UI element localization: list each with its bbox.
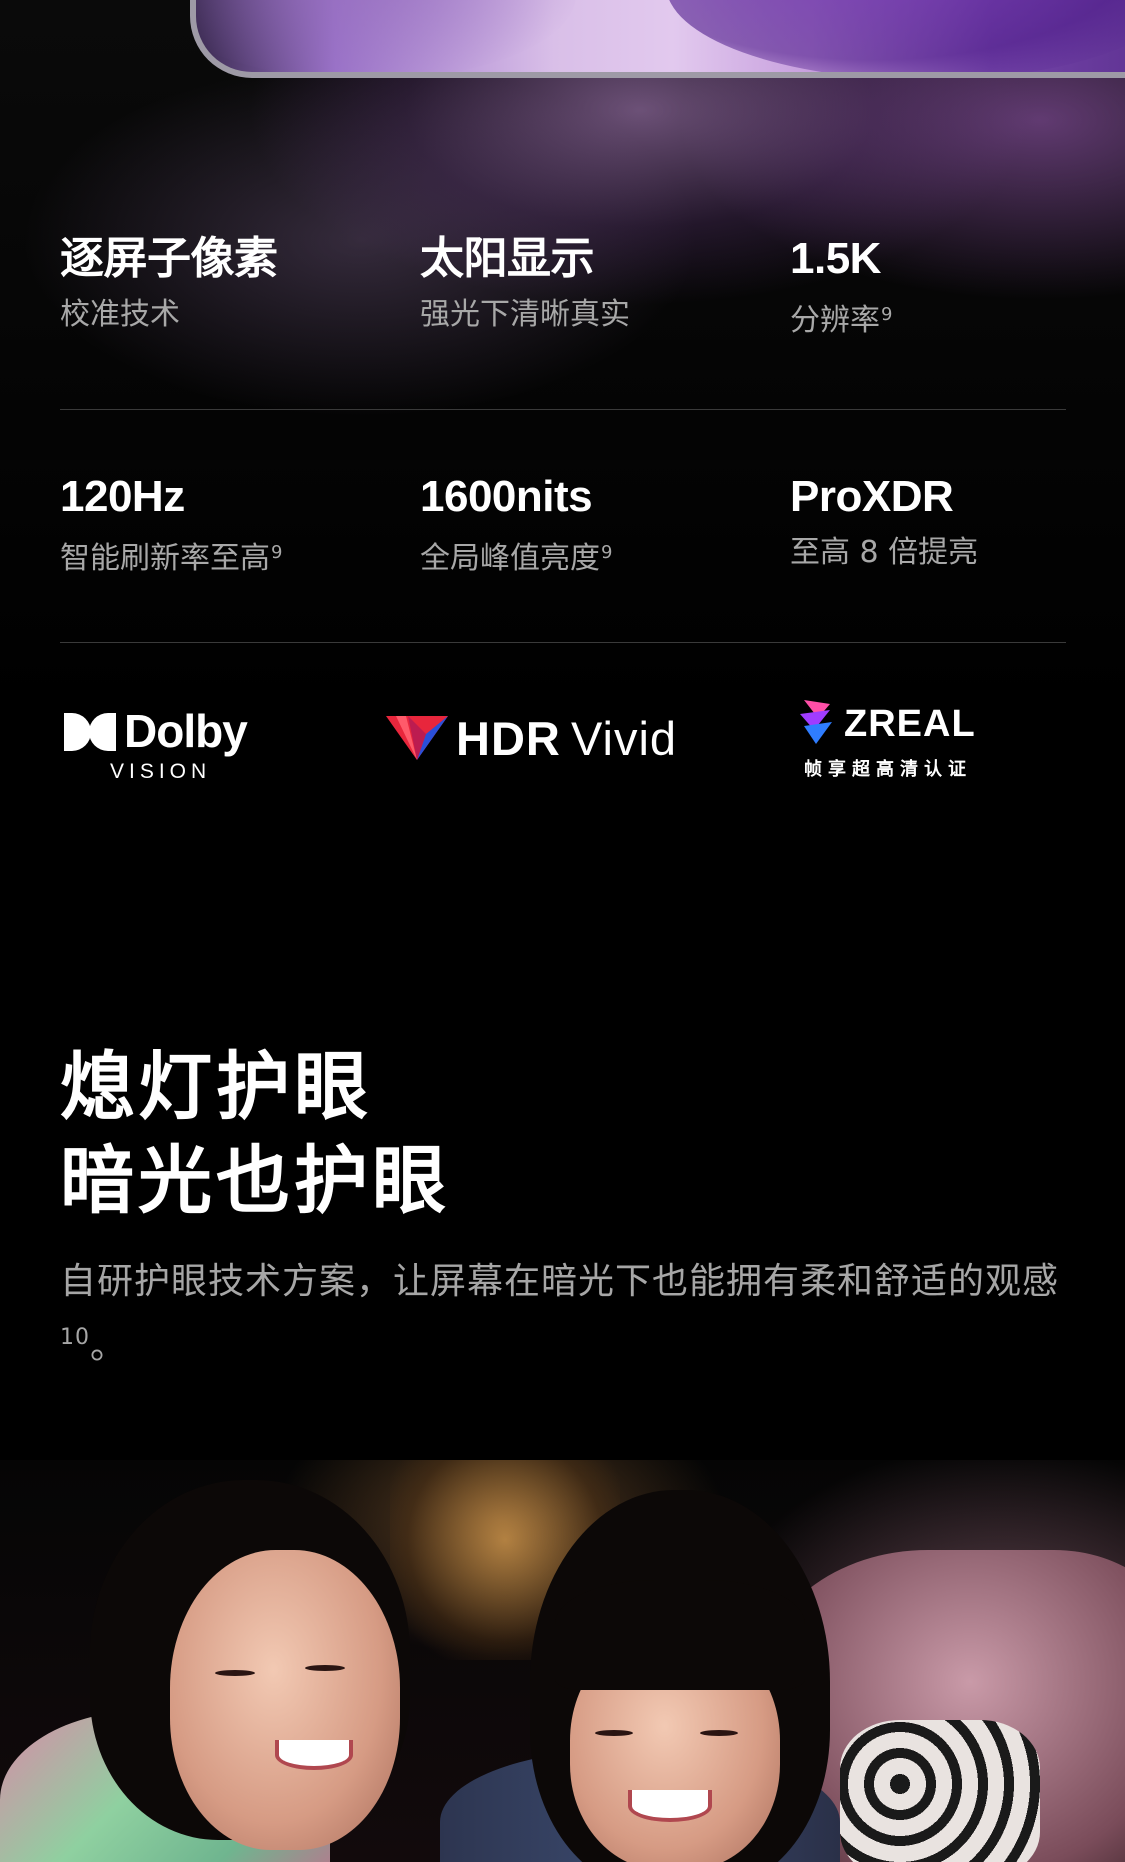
spec-item: 120Hz 智能刷新率至高9	[60, 470, 380, 580]
spec-title: 120Hz	[60, 472, 185, 521]
footnote-marker: 9	[601, 542, 613, 563]
spec-title: ProXDR	[790, 472, 954, 521]
section-description: 自研护眼技术方案，让屏幕在暗光下也能拥有柔和舒适的观感 10。	[60, 1254, 1080, 1375]
photo-person-2-bangs	[555, 1580, 805, 1690]
spec-subtitle-text: 智能刷新率至高	[60, 541, 270, 576]
photo-eye	[700, 1730, 738, 1736]
photo-eye	[595, 1730, 633, 1736]
dolby-wordmark: Dolby	[124, 705, 248, 757]
divider	[60, 642, 1066, 643]
photo-smile	[628, 1790, 712, 1822]
dolby-double-d-icon	[64, 713, 116, 751]
spec-subtitle-text: 分辨率	[790, 303, 880, 338]
spec-item: ProXDR 至高 8 倍提亮	[790, 470, 1110, 574]
spec-title: 1.5K	[790, 234, 881, 283]
section-headline: 熄灯护眼 暗光也护眼	[60, 1040, 450, 1228]
page-stage: 逐屏子像素 校准技术 太阳显示 强光下清晰真实 1.5K 分辨率9 120Hz …	[0, 0, 1125, 1862]
spec-title: 逐屏子像素	[60, 234, 278, 283]
photo-eye	[305, 1665, 345, 1671]
spec-subtitle: 分辨率9	[790, 294, 1110, 342]
spec-subtitle-text: 至高 8 倍提亮	[790, 535, 979, 570]
dolby-vision-logo: Dolby VISION	[64, 706, 304, 786]
footnote-marker: 9	[881, 304, 893, 325]
spec-subtitle: 校准技术	[60, 294, 380, 336]
photo-pillow	[840, 1720, 1040, 1862]
spec-subtitle: 全局峰值亮度9	[420, 532, 740, 580]
photo-smile	[275, 1740, 353, 1770]
footnote-marker: 9	[271, 542, 283, 563]
divider	[60, 409, 1066, 410]
vivid-wordmark: Vivid	[571, 712, 678, 765]
photo-person-1-face	[170, 1550, 400, 1850]
zreal-logo: ZREAL 帧享超高清认证	[796, 700, 1016, 790]
zreal-prism-icon	[800, 700, 832, 744]
spec-title: 太阳显示	[420, 234, 595, 283]
spec-item: 逐屏子像素 校准技术	[60, 232, 380, 336]
spec-item: 1600nits 全局峰值亮度9	[420, 470, 740, 580]
headline-line-1: 熄灯护眼	[60, 1044, 372, 1130]
spec-subtitle-text: 校准技术	[60, 297, 180, 332]
phone-wallpaper-shape	[666, 0, 1125, 72]
description-text: 自研护眼技术方案，让屏幕在暗光下也能拥有柔和舒适的观感	[60, 1261, 1060, 1302]
dolby-vision-text: VISION	[110, 760, 212, 783]
zreal-subtext: 帧享超高清认证	[804, 759, 972, 780]
description-end: 。	[90, 1326, 128, 1367]
spec-subtitle: 智能刷新率至高9	[60, 532, 380, 580]
photo-eye	[215, 1670, 255, 1676]
zreal-wordmark: ZREAL	[844, 703, 976, 745]
spec-subtitle-text: 强光下清晰真实	[420, 297, 630, 332]
phone-wallpaper-shape	[196, 0, 576, 72]
lifestyle-photo	[0, 1460, 1125, 1862]
spec-item: 1.5K 分辨率9	[790, 232, 1110, 342]
hdr-vivid-triangle-icon	[386, 716, 448, 760]
spec-subtitle: 强光下清晰真实	[420, 294, 740, 336]
footnote-marker: 10	[60, 1325, 90, 1350]
spec-subtitle: 至高 8 倍提亮	[790, 532, 1110, 574]
phone-image	[190, 0, 1125, 78]
spec-item: 太阳显示 强光下清晰真实	[420, 232, 740, 336]
hero-glow-background	[0, 0, 1125, 720]
hdr-vivid-logo: HDR Vivid	[386, 712, 706, 772]
spec-title: 1600nits	[420, 472, 593, 521]
headline-line-2: 暗光也护眼	[60, 1138, 450, 1224]
hdr-wordmark: HDR	[456, 712, 561, 765]
spec-subtitle-text: 全局峰值亮度	[420, 541, 600, 576]
